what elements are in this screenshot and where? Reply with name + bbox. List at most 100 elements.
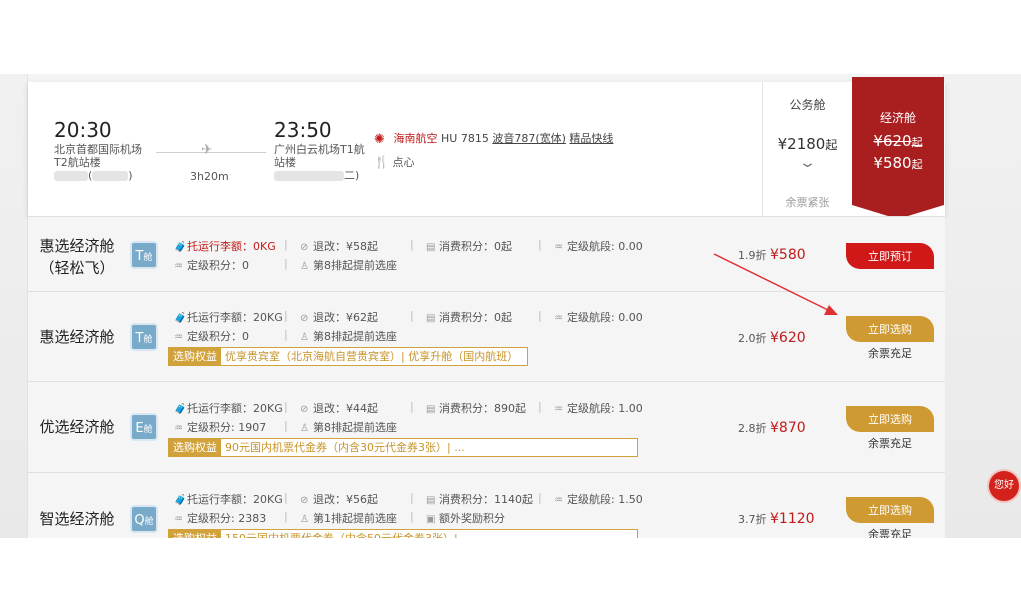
change-label: 退改：¥58起 <box>313 240 378 253</box>
refund-icon: ⊘ <box>300 313 309 324</box>
perk-tag: 选购权益 <box>169 348 221 365</box>
fare-row: 优选经济舱 E舱 🧳托运行李额：20KG | ⊘ 退改：¥44起 | ▤ 消费积分：… <box>28 381 945 472</box>
fare-price-value: ¥1120 <box>770 511 815 527</box>
plane-icon: ✈ <box>201 142 213 158</box>
arrive-note-text: 二) <box>344 169 360 182</box>
luggage-icon: 🧳 <box>174 313 187 324</box>
level-icon: ♒ <box>174 423 183 434</box>
fare-price: 2.0折 ¥620 <box>738 330 806 346</box>
fare-price-value: ¥580 <box>770 247 806 263</box>
level-icon: ♒ <box>174 332 183 343</box>
business-class-price: ¥2180起 <box>763 135 852 153</box>
book-now-button[interactable]: 立即预订 <box>846 243 934 269</box>
fare-class-suffix: 舱 <box>143 335 153 345</box>
seat-info: ♙ 第8排起提前选座 <box>300 257 397 273</box>
service-link[interactable]: 精品快线 <box>569 132 613 145</box>
fare-name: 惠选经济舱（轻松飞） <box>39 237 115 277</box>
seat-icon: ♙ <box>300 514 309 525</box>
fare-discount: 2.0折 <box>738 332 767 345</box>
points-icon: ▤ <box>426 495 436 506</box>
fare-class-badge: T舱 <box>130 241 158 269</box>
level-points-info: ♒ 定级积分: 2383 <box>174 510 266 526</box>
segments-info: ♒ 定级航段: 1.50 <box>554 491 643 507</box>
baggage-label: 托运行李额：20KG <box>187 493 283 506</box>
level-points-info: ♒ 定级积分：0 <box>174 257 249 273</box>
flight-summary-card[interactable]: 20:30 北京首都国际机场 T2航站楼 () ✈ 3h20m 23:50 广州… <box>28 82 945 216</box>
arrive-time: 23:50 <box>274 118 332 142</box>
fare-class-suffix: 舱 <box>144 517 154 527</box>
divider: | <box>284 328 288 341</box>
fare-price: 2.8折 ¥870 <box>738 420 806 436</box>
level-icon: ♒ <box>174 514 183 525</box>
perk-tag: 选购权益 <box>169 530 221 538</box>
perk-tag: 选购权益 <box>169 439 221 456</box>
arrive-note: 二) <box>274 169 365 182</box>
fare-class-badge: T舱 <box>130 323 158 351</box>
divider: | <box>410 400 414 413</box>
redacted-text <box>54 171 88 181</box>
utensils-icon: 🍴 <box>374 155 389 169</box>
seat-label: 第8排起提前选座 <box>313 421 397 434</box>
divider: | <box>410 491 414 504</box>
economy-old-price-value: ¥620 <box>873 132 912 150</box>
baggage-info: 🧳托运行李额：0KG <box>174 238 276 254</box>
buy-now-button[interactable]: 立即选购 <box>846 497 934 523</box>
level-icon: ♒ <box>174 261 183 272</box>
fare-class-suffix: 舱 <box>143 425 153 435</box>
perk-text: 优享贵宾室（北京海航自营贵宾室）| 优享升舱（国内航班） <box>225 350 519 363</box>
perk-text: 90元国内机票代金券（内含30元代金券3张）| ... <box>225 441 465 454</box>
hainan-airlines-logo-icon: ✺ <box>374 132 385 147</box>
change-info: ⊘ 退改：¥58起 <box>300 238 378 254</box>
refund-icon: ⊘ <box>300 495 309 506</box>
baggage-label: 托运行李额：0KG <box>187 240 276 253</box>
change-info: ⊘ 退改：¥56起 <box>300 491 378 507</box>
stock-status: 余票充足 <box>868 347 912 360</box>
spend-points-info: ▤ 消费积分：890起 <box>426 400 526 416</box>
meal-info: 🍴 点心 <box>374 154 414 170</box>
baggage-info: 🧳托运行李额：20KG <box>174 400 283 416</box>
buy-now-button[interactable]: 立即选购 <box>846 316 934 342</box>
perk-bar[interactable]: 选购权益 90元国内机票代金券（内含30元代金券3张）| ... <box>168 438 638 457</box>
buy-now-button[interactable]: 立即选购 <box>846 406 934 432</box>
redacted-text <box>92 171 129 181</box>
arrive-terminal: 站楼 <box>274 156 296 169</box>
perk-bar[interactable]: 选购权益 优享贵宾室（北京海航自营贵宾室）| 优享升舱（国内航班） <box>168 347 528 366</box>
fare-row: 惠选经济舱（轻松飞） T舱 🧳托运行李额：0KG | ⊘ 退改：¥58起 | ▤ 消… <box>28 216 945 291</box>
level-points-label: 定级积分: 1907 <box>187 421 267 434</box>
aircraft-link[interactable]: 波音787(宽体) <box>492 132 566 145</box>
divider: | <box>284 510 288 523</box>
seat-icon: ♙ <box>300 261 309 272</box>
arrive-airport: 广州白云机场T1航 站楼 二) <box>274 143 365 182</box>
level-points-info: ♒ 定级积分：0 <box>174 328 249 344</box>
economy-old-price: ¥620起 <box>852 132 944 150</box>
economy-class-tab[interactable]: 经济舱 ¥620起 ¥580起 <box>852 77 944 219</box>
spend-points-label: 消费积分：890起 <box>439 402 526 415</box>
fare-class-badge: E舱 <box>130 413 158 441</box>
business-price-suffix: 起 <box>825 138 838 152</box>
economy-new-price-value: ¥580 <box>873 154 912 172</box>
perk-bar[interactable]: 选购权益150元国内机票代金券（内含50元代金券3张）| <box>168 529 638 538</box>
fare-discount: 2.8折 <box>738 422 767 435</box>
luggage-icon: 🧳 <box>174 404 187 415</box>
fare-price: 3.7折 ¥1120 <box>738 511 815 527</box>
fare-name: 惠选经济舱 <box>39 328 115 346</box>
business-price-value: ¥2180 <box>777 135 826 153</box>
depart-note-close: ) <box>128 169 133 182</box>
segment-icon: ♒ <box>554 404 563 415</box>
arrive-airport-name: 广州白云机场T1航 <box>274 143 365 156</box>
segments-label: 定级航段: 1.00 <box>567 402 643 415</box>
refund-icon: ⊘ <box>300 242 309 253</box>
luggage-icon: 🧳 <box>174 495 187 506</box>
seat-icon: ♙ <box>300 332 309 343</box>
fare-class-badge: Q舱 <box>130 505 158 533</box>
seat-info: ♙ 第1排起提前选座 <box>300 510 397 526</box>
business-class-tab[interactable]: 公务舱 ¥2180起 ⌄ 余票紧张 <box>762 82 852 216</box>
spend-points-info: ▤ 消费积分：0起 <box>426 238 512 254</box>
depart-note: () <box>54 169 142 182</box>
divider: | <box>410 510 414 523</box>
economy-class-label: 经济舱 <box>879 111 916 125</box>
divider: | <box>538 238 542 251</box>
seat-info: ♙ 第8排起提前选座 <box>300 328 397 344</box>
fare-class-letter: Q <box>134 513 145 528</box>
chat-button[interactable]: 您好 <box>989 471 1019 501</box>
